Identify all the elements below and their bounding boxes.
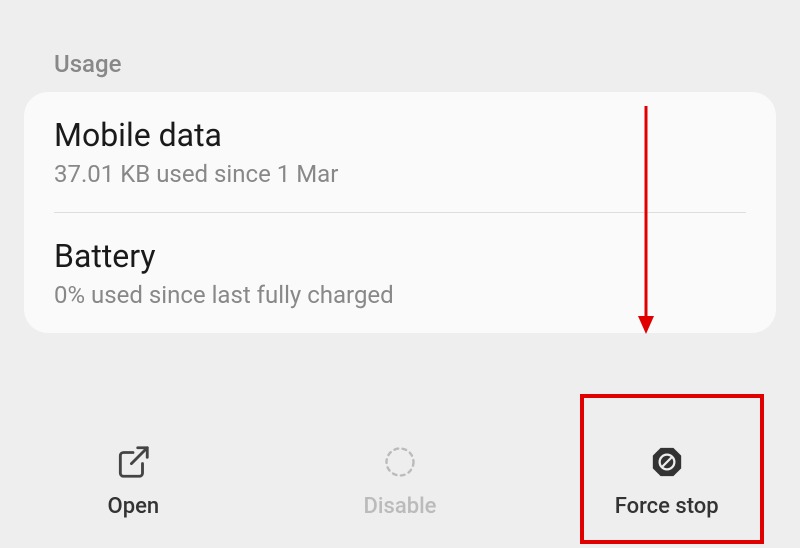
battery-row[interactable]: Battery 0% used since last fully charged: [24, 213, 776, 333]
open-button[interactable]: Open: [0, 412, 267, 548]
battery-subtitle: 0% used since last fully charged: [54, 281, 746, 309]
open-label: Open: [108, 494, 160, 519]
force-stop-label: Force stop: [615, 494, 719, 519]
disable-icon: [380, 442, 420, 482]
mobile-data-row[interactable]: Mobile data 37.01 KB used since 1 Mar: [24, 92, 776, 212]
usage-section-header: Usage: [0, 0, 800, 92]
mobile-data-subtitle: 37.01 KB used since 1 Mar: [54, 160, 746, 188]
force-stop-button[interactable]: Force stop: [533, 412, 800, 548]
bottom-action-bar: Open Disable Force stop: [0, 412, 800, 548]
disable-button[interactable]: Disable: [267, 412, 534, 548]
disable-label: Disable: [364, 494, 437, 519]
mobile-data-title: Mobile data: [54, 116, 746, 154]
force-stop-icon: [647, 442, 687, 482]
usage-card: Mobile data 37.01 KB used since 1 Mar Ba…: [24, 92, 776, 333]
battery-title: Battery: [54, 237, 746, 275]
open-icon: [113, 442, 153, 482]
